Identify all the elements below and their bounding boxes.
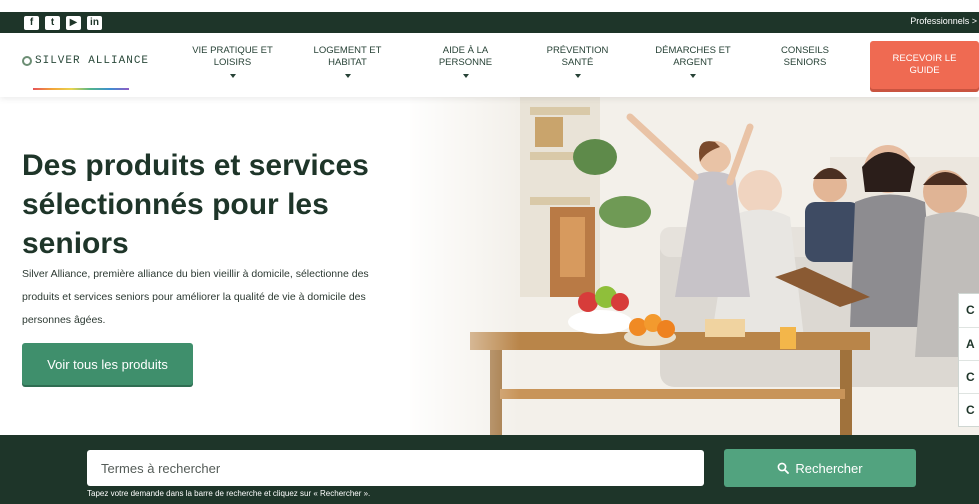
search-hint: Tapez votre demande dans la barre de rec… (87, 489, 371, 498)
search-input[interactable] (87, 450, 704, 486)
search-section: Rechercher Tapez votre demande dans la b… (0, 435, 979, 504)
nav-item-logement[interactable]: LOGEMENT ET HABITAT (300, 45, 395, 78)
side-tab-item[interactable]: C (959, 393, 979, 426)
nav-label: PRÉVENTION SANTÉ (546, 45, 609, 68)
chevron-down-icon (229, 74, 236, 78)
search-icon (777, 462, 790, 474)
social-links: f t ▶ in (24, 16, 102, 30)
nav-item-vie-pratique[interactable]: VIE PRATIQUE ET LOISIRS (185, 45, 280, 78)
nav-item-prevention-sante[interactable]: PRÉVENTION SANTÉ (530, 45, 625, 78)
chevron-down-icon (344, 74, 351, 78)
nav-label: AIDE À LA PERSONNE (438, 45, 493, 68)
side-tab-item[interactable]: A (959, 327, 979, 360)
main-header: SILVER ALLIANCE VIE PRATIQUE ET LOISIRS … (0, 33, 979, 97)
nav-label: CONSEILS SENIORS (780, 45, 830, 68)
top-bar: f t ▶ in Professionnels > (0, 12, 979, 33)
linkedin-icon[interactable]: in (87, 16, 102, 30)
nav-label: DÉMARCHES ET ARGENT (655, 45, 731, 68)
hero-description: Silver Alliance, première alliance du bi… (22, 268, 369, 326)
facebook-icon[interactable]: f (24, 16, 39, 30)
nav-label: LOGEMENT ET HABITAT (313, 45, 382, 68)
hero-image-fade (400, 97, 520, 435)
chevron-down-icon (574, 74, 581, 78)
professionals-link[interactable]: Professionnels > (910, 16, 977, 26)
hero-section: Des produits et services sélectionnés po… (0, 97, 979, 435)
logo-mark-icon (22, 56, 32, 66)
chevron-down-icon (690, 74, 696, 78)
nav-item-aide-personne[interactable]: AIDE À LA PERSONNE (418, 45, 513, 78)
nav-item-demarches[interactable]: DÉMARCHES ET ARGENT (643, 45, 743, 78)
receive-guide-button[interactable]: RECEVOIR LE GUIDE (870, 41, 979, 89)
side-tab-item[interactable]: C (959, 294, 979, 327)
chevron-down-icon (462, 74, 469, 78)
logo-underline (33, 88, 129, 90)
search-button-label: Rechercher (795, 460, 863, 476)
search-button[interactable]: Rechercher (724, 449, 916, 487)
hero-title: Des produits et services sélectionnés po… (22, 149, 369, 260)
view-all-products-button[interactable]: Voir tous les produits (22, 343, 193, 385)
nav-item-conseils-seniors[interactable]: CONSEILS SENIORS (760, 45, 850, 69)
logo[interactable]: SILVER ALLIANCE (22, 55, 149, 67)
twitter-icon[interactable]: t (45, 16, 60, 30)
side-contact-tab[interactable]: C A C C (958, 293, 979, 427)
logo-text: SILVER ALLIANCE (35, 55, 150, 67)
side-tab-item[interactable]: C (959, 360, 979, 393)
nav-label: VIE PRATIQUE ET LOISIRS (192, 45, 273, 68)
youtube-icon[interactable]: ▶ (66, 16, 81, 30)
